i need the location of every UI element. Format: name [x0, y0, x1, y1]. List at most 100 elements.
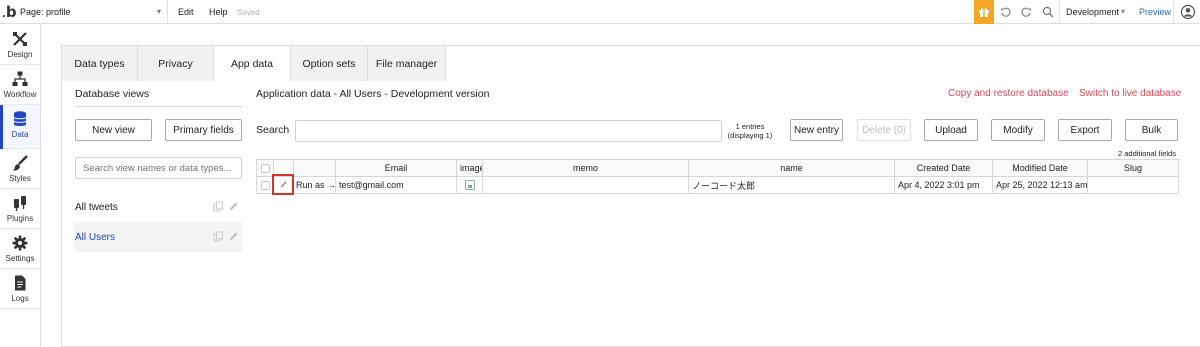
top-bar: .b Page: profile ▾ Edit Help Saved Devel… [0, 0, 1200, 24]
table-row[interactable]: Run as → test@gmail.com ノーコード太郎 Apr 4, 2… [256, 176, 1179, 194]
sidebar-item-label: Design [7, 50, 33, 59]
new-view-button[interactable]: New view [75, 119, 152, 141]
chevron-down-icon[interactable]: ▾ [1121, 7, 1125, 16]
sidebar-item-plugins[interactable]: Plugins [0, 189, 40, 229]
view-item-label: All Users [75, 231, 116, 243]
search-label: Search [256, 124, 290, 136]
sidebar-item-label: Data [11, 130, 29, 139]
sidebar-item-label: Settings [5, 254, 35, 263]
broken-image-icon [464, 180, 475, 191]
sidebar-item-label: Plugins [6, 214, 34, 223]
select-all-cell[interactable] [256, 159, 274, 177]
view-item-label: All tweets [75, 201, 118, 213]
menu-edit[interactable]: Edit [178, 7, 194, 17]
bulk-button[interactable]: Bulk [1125, 119, 1178, 141]
bubble-logo[interactable]: .b [2, 4, 17, 23]
new-entry-button[interactable]: New entry [790, 119, 843, 141]
view-item-actions [213, 201, 239, 212]
pencil-icon[interactable] [228, 201, 239, 212]
header-image[interactable]: image [456, 159, 483, 177]
sidebar-item-workflow[interactable]: Workflow [0, 65, 40, 105]
divider [1173, 0, 1174, 24]
run-as-link[interactable]: Run as → [293, 176, 336, 194]
header-name[interactable]: name [688, 159, 895, 177]
workflow-icon [12, 71, 28, 86]
cell-email[interactable]: test@gmail.com [335, 176, 457, 194]
app-data-heading: Application data - All Users - Developme… [256, 88, 490, 100]
modify-button[interactable]: Modify [991, 119, 1045, 141]
gift-icon[interactable] [974, 0, 994, 24]
additional-fields-label[interactable]: 2 additional fields [1118, 149, 1176, 158]
active-indicator [0, 105, 3, 149]
tab-data-types[interactable]: Data types [61, 45, 138, 81]
edit-row-highlight [272, 174, 294, 195]
design-icon [13, 32, 27, 46]
view-item-all-users[interactable]: All Users [74, 222, 242, 252]
pencil-icon[interactable] [228, 231, 239, 242]
chevron-down-icon[interactable]: ▾ [157, 7, 161, 16]
sidebar-item-logs[interactable]: Logs [0, 269, 40, 309]
sidebar-item-label: Styles [9, 174, 31, 183]
view-item-all-tweets[interactable]: All tweets [74, 192, 242, 222]
header-run-as [293, 159, 336, 177]
tab-privacy[interactable]: Privacy [138, 45, 214, 81]
database-icon [13, 111, 27, 126]
page-selector[interactable]: Page: profile [20, 7, 71, 17]
view-item-actions [213, 231, 239, 242]
switch-live-link[interactable]: Switch to live database [1079, 88, 1181, 99]
upload-button[interactable]: Upload [924, 119, 978, 141]
data-search-input[interactable] [295, 120, 722, 142]
plug-icon [14, 196, 26, 211]
sidebar-item-design[interactable]: Design [0, 25, 40, 65]
cell-image[interactable] [456, 176, 483, 194]
sidebar-item-settings[interactable]: Settings [0, 229, 40, 269]
header-modified-date[interactable]: Modified Date [992, 159, 1088, 177]
menu-help[interactable]: Help [209, 7, 228, 17]
header-created-date[interactable]: Created Date [894, 159, 993, 177]
entries-displaying: (displaying 1) [727, 131, 773, 140]
brush-icon [12, 155, 28, 171]
divider [1059, 0, 1060, 24]
cell-modified-date[interactable]: Apr 25, 2022 12:13 am [992, 176, 1088, 194]
account-icon[interactable] [1180, 4, 1196, 20]
tab-app-data[interactable]: App data [214, 45, 291, 81]
preview-link[interactable]: Preview [1139, 7, 1171, 17]
sidebar-item-styles[interactable]: Styles [0, 149, 40, 189]
divider [75, 106, 242, 107]
delete-button[interactable]: Delete (0) [857, 119, 911, 141]
search-icon[interactable] [1039, 3, 1057, 21]
environment-selector[interactable]: Development [1066, 7, 1119, 17]
cell-name[interactable]: ノーコード太郎 [688, 176, 895, 194]
cell-memo[interactable] [482, 176, 689, 194]
data-tabs: Data types Privacy App data Option sets … [61, 45, 446, 81]
header-slug[interactable]: Slug [1087, 159, 1179, 177]
cell-created-date[interactable]: Apr 4, 2022 3:01 pm [894, 176, 993, 194]
copy-restore-link[interactable]: Copy and restore database [948, 88, 1069, 99]
entries-count: 1 entries (displaying 1) [722, 122, 778, 140]
save-status: Saved [237, 8, 260, 17]
header-memo[interactable]: memo [482, 159, 689, 177]
primary-fields-button[interactable]: Primary fields [165, 119, 242, 141]
entries-total: 1 entries [735, 122, 765, 131]
divider [167, 0, 168, 24]
sidebar-item-label: Logs [11, 294, 29, 303]
tab-option-sets[interactable]: Option sets [291, 45, 368, 81]
copy-icon[interactable] [213, 201, 224, 212]
table-header-row: Email image memo name Created Date Modif… [256, 159, 1179, 177]
left-sidebar: Design Workflow Data Styles Plugins Sett… [0, 25, 41, 347]
sidebar-item-data[interactable]: Data [0, 105, 40, 149]
view-search-input[interactable] [75, 157, 242, 179]
select-all-checkbox[interactable] [260, 164, 270, 174]
app-data-table: Email image memo name Created Date Modif… [256, 159, 1179, 194]
header-email[interactable]: Email [335, 159, 457, 177]
database-views-heading: Database views [75, 88, 150, 100]
export-button[interactable]: Export [1058, 119, 1112, 141]
tab-file-manager[interactable]: File manager [368, 45, 446, 81]
cell-slug[interactable] [1087, 176, 1179, 194]
copy-icon[interactable] [213, 231, 224, 242]
gear-icon [12, 235, 28, 251]
undo-icon[interactable] [997, 3, 1015, 21]
redo-icon[interactable] [1017, 3, 1035, 21]
row-select-cell[interactable] [256, 176, 274, 194]
row-checkbox[interactable] [260, 181, 270, 191]
